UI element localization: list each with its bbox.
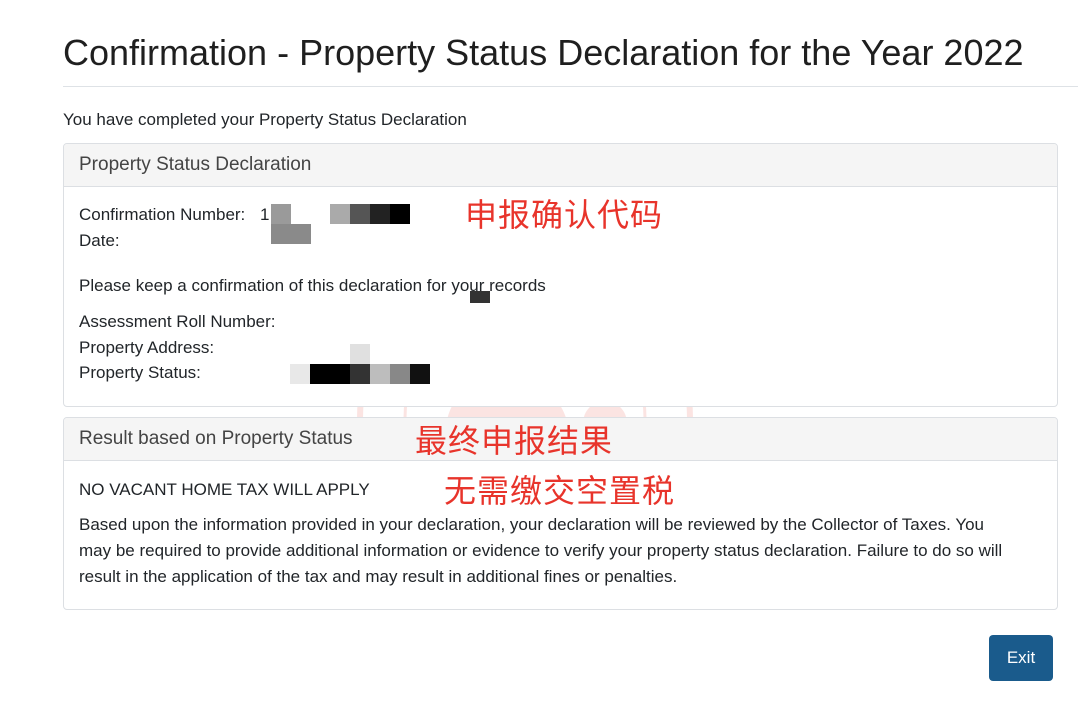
declaration-card: Property Status Declaration Confirmation… <box>63 143 1058 407</box>
redaction-block <box>330 204 350 224</box>
exit-button[interactable]: Exit <box>989 635 1053 681</box>
result-text: NO VACANT HOME TAX WILL APPLY <box>79 480 370 499</box>
property-address-label: Property Address: <box>79 338 215 357</box>
date-label: Date: <box>79 231 120 250</box>
result-paragraph: Based upon the information provided in y… <box>79 515 1003 586</box>
annotation-confirmation-code: 申报确认代码 <box>465 196 664 234</box>
redaction-block <box>271 224 311 244</box>
annotation-no-tax: 无需缴交空置税 <box>444 472 676 510</box>
redaction-block <box>390 364 410 384</box>
redaction-block <box>370 204 390 224</box>
redaction-block <box>470 291 490 303</box>
redaction-block <box>290 364 310 384</box>
confirmation-number-label: Confirmation Number: <box>79 205 246 224</box>
redaction-block <box>350 344 370 364</box>
redaction-block <box>350 364 370 384</box>
redaction-block <box>350 204 370 224</box>
property-status-label: Property Status: <box>79 363 201 382</box>
confirmation-number-row: Confirmation Number: 1 <box>79 205 269 225</box>
confirmation-number-value: 1 <box>260 205 270 224</box>
redaction-block <box>390 204 410 224</box>
redaction-block <box>370 364 390 384</box>
page-title: Confirmation - Property Status Declarati… <box>63 32 1024 73</box>
title-divider <box>63 86 1078 87</box>
redaction-block <box>271 204 291 224</box>
date-row: Date: <box>79 231 120 251</box>
redaction-block <box>310 364 350 384</box>
completion-message: You have completed your Property Status … <box>63 110 467 129</box>
assessment-roll-label: Assessment Roll Number: <box>79 312 276 331</box>
annotation-final-result: 最终申报结果 <box>415 422 614 460</box>
declaration-card-header: Property Status Declaration <box>64 144 1057 187</box>
redaction-block <box>410 364 430 384</box>
